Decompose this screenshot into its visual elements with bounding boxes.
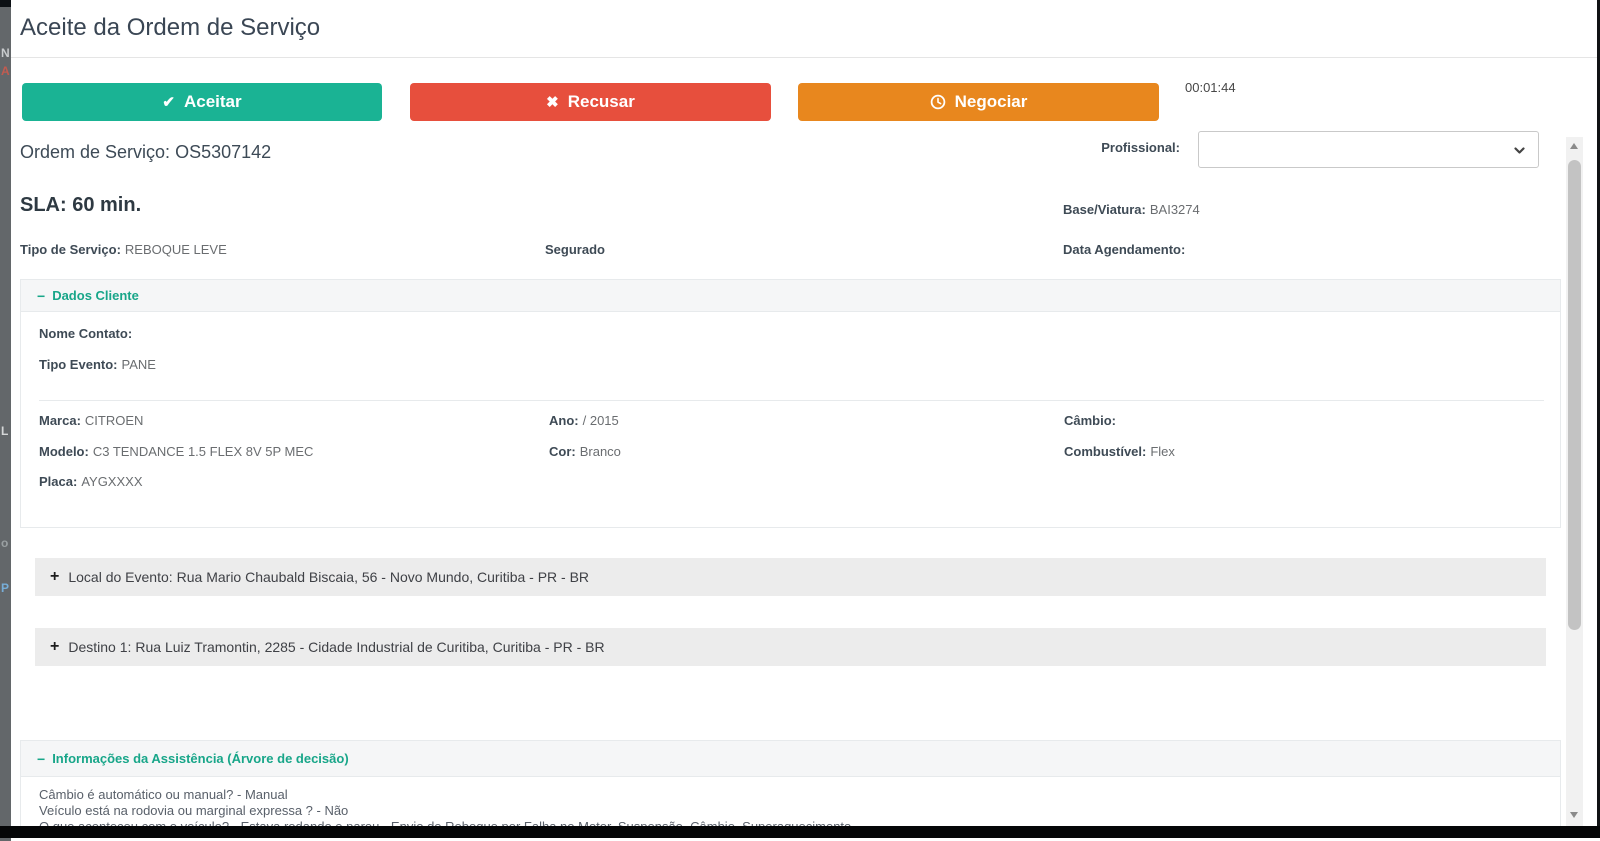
contact-name-label: Nome Contato:	[39, 326, 132, 341]
countdown-timer: 00:01:44	[1185, 80, 1236, 95]
order-number-value: OS5307142	[175, 142, 271, 162]
negotiate-button[interactable]: Negociar	[798, 83, 1159, 121]
model-line: Modelo: C3 TENDANCE 1.5 FLEX 8V 5P MEC	[39, 444, 313, 459]
model-label: Modelo:	[39, 444, 89, 459]
triangle-down-icon	[1570, 812, 1578, 818]
background-page-bottom	[0, 826, 1600, 838]
color-label: Cor:	[549, 444, 576, 459]
expand-icon: +	[50, 568, 59, 586]
color-line: Cor: Branco	[549, 444, 621, 459]
base-vehicle-line: Base/Viatura: BAI3274	[1063, 202, 1200, 217]
accept-button[interactable]: ✔ Aceitar	[22, 83, 382, 121]
background-app-fragment: N	[1, 46, 10, 60]
clock-icon	[930, 94, 946, 110]
brand-line: Marca: CITROEN	[39, 413, 143, 428]
year-label: Ano:	[549, 413, 579, 428]
service-type-value: REBOQUE LEVE	[125, 242, 227, 257]
professional-select[interactable]	[1198, 131, 1539, 168]
background-corner	[0, 0, 11, 7]
insured-label: Segurado	[545, 242, 605, 257]
background-app-fragment: L	[1, 424, 8, 438]
plate-line: Placa: AYGXXXX	[39, 474, 143, 489]
background-page-strip: N A L o P	[0, 0, 11, 841]
destination-address: Rua Luiz Tramontin, 2285 - Cidade Indust…	[135, 639, 604, 655]
fuel-line: Combustível: Flex	[1064, 444, 1175, 459]
decision-tree-line: Veículo está na rodovia ou marginal expr…	[39, 803, 1560, 819]
background-app-fragment: P	[1, 581, 9, 595]
gearbox-label: Câmbio:	[1064, 413, 1116, 428]
plate-label: Placa:	[39, 474, 77, 489]
scroll-down-button[interactable]	[1566, 808, 1583, 824]
order-number-label: Ordem de Serviço:	[20, 142, 170, 162]
collapse-icon: −	[37, 751, 45, 767]
base-vehicle-value: BAI3274	[1150, 202, 1200, 217]
destination-expander[interactable]: + Destino 1:Rua Luiz Tramontin, 2285 - C…	[35, 628, 1546, 666]
decision-tree-line: Câmbio é automático ou manual? - Manual	[39, 787, 1560, 803]
scroll-up-button[interactable]	[1566, 137, 1583, 153]
refuse-button[interactable]: ✖ Recusar	[410, 83, 771, 121]
assistance-panel-header[interactable]: − Informações da Assistência (Árvore de …	[21, 741, 1560, 777]
event-location-address: Rua Mario Chaubald Biscaia, 56 - Novo Mu…	[177, 569, 589, 585]
event-location-label: Local do Evento:	[68, 569, 172, 585]
assistance-info-panel: − Informações da Assistência (Árvore de …	[20, 740, 1561, 826]
brand-value: CITROEN	[85, 413, 144, 428]
destination-text: Destino 1:Rua Luiz Tramontin, 2285 - Cid…	[68, 639, 604, 655]
sla-text: SLA: 60 min.	[20, 194, 141, 217]
modal-title: Aceite da Ordem de Serviço	[20, 14, 320, 42]
check-icon: ✔	[162, 93, 175, 111]
professional-label: Profissional:	[990, 140, 1180, 155]
gearbox-line: Câmbio:	[1064, 413, 1120, 428]
service-order-accept-modal: Aceite da Ordem de Serviço ✔ Aceitar ✖ R…	[11, 0, 1597, 826]
year-value: / 2015	[583, 413, 619, 428]
header-divider	[11, 57, 1597, 58]
event-type-label: Tipo Evento:	[39, 357, 117, 372]
client-panel-header[interactable]: − Dados Cliente	[21, 280, 1560, 312]
client-data-panel: − Dados Cliente Nome Contato: Tipo Event…	[20, 279, 1561, 528]
order-number-line: Ordem de Serviço: OS5307142	[20, 142, 271, 163]
decision-tree-line: O que aconteceu com o veículo? - Estava …	[39, 819, 1560, 826]
event-location-text: Local do Evento: Rua Mario Chaubald Bisca…	[68, 569, 589, 585]
fuel-label: Combustível:	[1064, 444, 1146, 459]
background-app-fragment: A	[1, 64, 10, 78]
vertical-scrollbar[interactable]	[1566, 137, 1583, 826]
model-value: C3 TENDANCE 1.5 FLEX 8V 5P MEC	[93, 444, 314, 459]
service-type-line: Tipo de Serviço: REBOQUE LEVE	[20, 242, 227, 257]
expand-icon: +	[50, 638, 59, 656]
accept-button-label: Aceitar	[184, 92, 242, 112]
assistance-panel-title: Informações da Assistência (Árvore de de…	[52, 751, 348, 766]
brand-label: Marca:	[39, 413, 81, 428]
assistance-panel-body: Câmbio é automático ou manual? - Manual …	[21, 777, 1560, 826]
triangle-up-icon	[1570, 143, 1578, 149]
schedule-date-line: Data Agendamento:	[1063, 242, 1189, 257]
x-icon: ✖	[546, 93, 559, 111]
collapse-icon: −	[37, 288, 45, 304]
schedule-date-label: Data Agendamento:	[1063, 242, 1185, 257]
base-vehicle-label: Base/Viatura:	[1063, 202, 1146, 217]
client-panel-title: Dados Cliente	[52, 288, 139, 303]
chevron-down-icon	[1513, 144, 1526, 157]
destination-label: Destino 1:	[68, 639, 131, 655]
refuse-button-label: Recusar	[568, 92, 635, 112]
color-value: Branco	[580, 444, 621, 459]
panel-divider	[39, 400, 1544, 401]
fuel-value: Flex	[1150, 444, 1175, 459]
event-type-line: Tipo Evento: PANE	[39, 357, 156, 372]
background-app-fragment: o	[1, 536, 8, 550]
service-type-label: Tipo de Serviço:	[20, 242, 121, 257]
event-type-value: PANE	[121, 357, 155, 372]
event-location-expander[interactable]: + Local do Evento: Rua Mario Chaubald Bis…	[35, 558, 1546, 596]
negotiate-button-label: Negociar	[955, 92, 1028, 112]
contact-name-line: Nome Contato:	[39, 326, 136, 341]
scrollbar-thumb[interactable]	[1568, 160, 1581, 630]
year-line: Ano: / 2015	[549, 413, 619, 428]
plate-value: AYGXXXX	[81, 474, 142, 489]
